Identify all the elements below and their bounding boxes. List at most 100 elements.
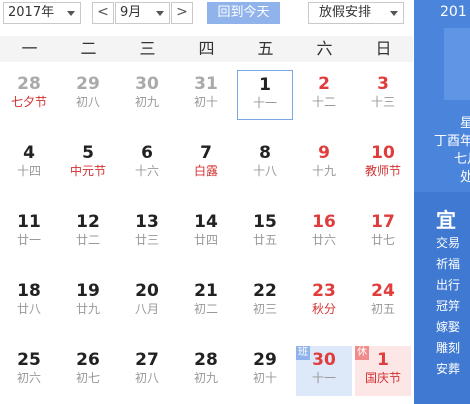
yi-item: 交易: [436, 236, 461, 250]
day-cell[interactable]: 10 教师节: [355, 139, 411, 189]
day-number: 29: [76, 74, 100, 94]
day-cell[interactable]: 28 七夕节: [1, 70, 57, 120]
day-cell[interactable]: 26 初七: [60, 346, 116, 396]
day-number: 31: [194, 74, 218, 94]
lunar-date: 十一: [252, 96, 277, 110]
day-number: 4: [23, 143, 35, 163]
day-cell[interactable]: 17 廿七: [355, 208, 411, 258]
lunar-date: 国庆节: [364, 371, 401, 385]
day-number: 22: [253, 281, 277, 301]
day-number: 28: [194, 350, 218, 370]
month-select[interactable]: 9月: [115, 2, 170, 24]
day-cell[interactable]: 12 廿二: [60, 208, 116, 258]
chevron-right-icon: >: [176, 4, 188, 20]
day-cell[interactable]: 22 初三: [237, 277, 293, 327]
yi-item: 祈福: [436, 257, 461, 271]
day-cell[interactable]: 2 十二: [296, 70, 352, 120]
weekday-label: 二: [80, 39, 97, 58]
year-select-value: 2017年: [8, 5, 55, 20]
month-select-value: 9月: [120, 5, 142, 20]
back-to-today-button[interactable]: 回到今天: [207, 2, 280, 24]
day-cell[interactable]: 4 十四: [1, 139, 57, 189]
day-cell[interactable]: 29 初八: [60, 70, 116, 120]
day-cell[interactable]: 27 初八: [119, 346, 175, 396]
lunar-date: 廿九: [75, 302, 100, 316]
day-cell[interactable]: 8 十八: [237, 139, 293, 189]
prev-month-button[interactable]: <: [92, 2, 114, 24]
day-cell[interactable]: 30 初九: [119, 70, 175, 120]
day-cell[interactable]: 19 廿九: [60, 277, 116, 327]
lunar-date: 白露: [193, 164, 218, 178]
holiday-tag: 休: [355, 346, 369, 360]
day-number: 20: [135, 281, 159, 301]
lunar-date: 十一: [311, 371, 336, 385]
summary-weekday: 星: [460, 116, 470, 131]
day-cell[interactable]: 7 白露: [178, 139, 234, 189]
day-cell[interactable]: 31 初十: [178, 70, 234, 120]
day-cell[interactable]: 23 秋分: [296, 277, 352, 327]
lunar-date: 初九: [193, 371, 218, 385]
day-number: 6: [141, 143, 153, 163]
day-cell[interactable]: 18 廿八: [1, 277, 57, 327]
day-cell[interactable]: 13 廿三: [119, 208, 175, 258]
day-number: 26: [76, 350, 100, 370]
day-cell[interactable]: 班 30 十一: [296, 346, 352, 396]
lunar-date: 初三: [252, 302, 277, 316]
lunar-date: 初八: [134, 371, 159, 385]
lunar-date: 十二: [311, 95, 336, 109]
lunar-date: 八月: [134, 302, 159, 316]
day-detail-panel: 201 星 丁酉年 七月 处 宜 交易祈福出行冠笄嫁娶雕刻安葬: [414, 0, 470, 404]
day-cell[interactable]: 14 廿四: [178, 208, 234, 258]
day-cell[interactable]: 16 廿六: [296, 208, 352, 258]
lunar-date: 廿三: [134, 233, 159, 247]
lunar-date: 七夕节: [10, 95, 47, 109]
lunar-date: 廿七: [370, 233, 395, 247]
day-cell[interactable]: 15 廿五: [237, 208, 293, 258]
day-number: 13: [135, 212, 159, 232]
day-cell[interactable]: 28 初九: [178, 346, 234, 396]
lunar-date: 中元节: [69, 164, 106, 178]
day-number: 23: [312, 281, 336, 301]
summary-year: 201: [440, 4, 467, 20]
lunar-date: 廿四: [193, 233, 218, 247]
lunar-date: 初六: [16, 371, 41, 385]
lunar-date: 十三: [370, 95, 395, 109]
lunar-date: 廿六: [311, 233, 336, 247]
day-cell[interactable]: 3 十三: [355, 70, 411, 120]
next-month-button[interactable]: >: [171, 2, 193, 24]
day-number: 25: [17, 350, 41, 370]
day-cell[interactable]: 20 八月: [119, 277, 175, 327]
weekday-label: 三: [139, 39, 156, 58]
lunar-date: 廿二: [75, 233, 100, 247]
yi-item: 嫁娶: [436, 320, 461, 334]
day-number: 18: [17, 281, 41, 301]
day-number: 3: [377, 74, 389, 94]
day-cell[interactable]: 6 十六: [119, 139, 175, 189]
calendar-panel: 2017年 < 9月 > 回到今天 放假安排 一二三四五六日 28 七夕节 29 初八…: [0, 0, 413, 404]
workday-tag: 班: [296, 346, 310, 360]
day-cell[interactable]: 29 初十: [237, 346, 293, 396]
lunar-date: 初九: [134, 95, 159, 109]
day-cell[interactable]: 5 中元节: [60, 139, 116, 189]
day-cell[interactable]: 21 初二: [178, 277, 234, 327]
day-cell[interactable]: 11 廿一: [1, 208, 57, 258]
holiday-schedule-select[interactable]: 放假安排: [308, 2, 404, 24]
day-cell[interactable]: 25 初六: [1, 346, 57, 396]
day-number: 9: [318, 143, 330, 163]
day-number: 15: [253, 212, 277, 232]
day-cell[interactable]: 1 十一: [237, 70, 293, 120]
day-number: 2: [318, 74, 330, 94]
lunar-date: 秋分: [311, 302, 336, 316]
chevron-down-icon: [156, 11, 164, 16]
year-select[interactable]: 2017年: [3, 2, 81, 24]
day-number: 14: [194, 212, 218, 232]
day-number: 5: [82, 143, 94, 163]
day-cell[interactable]: 休 1 国庆节: [355, 346, 411, 396]
day-cell[interactable]: 24 初五: [355, 277, 411, 327]
chevron-down-icon: [67, 11, 75, 16]
day-number: 19: [76, 281, 100, 301]
day-number: 28: [17, 74, 41, 94]
lunar-date: 廿一: [16, 233, 41, 247]
lunar-date: 初二: [193, 302, 218, 316]
day-cell[interactable]: 9 十九: [296, 139, 352, 189]
